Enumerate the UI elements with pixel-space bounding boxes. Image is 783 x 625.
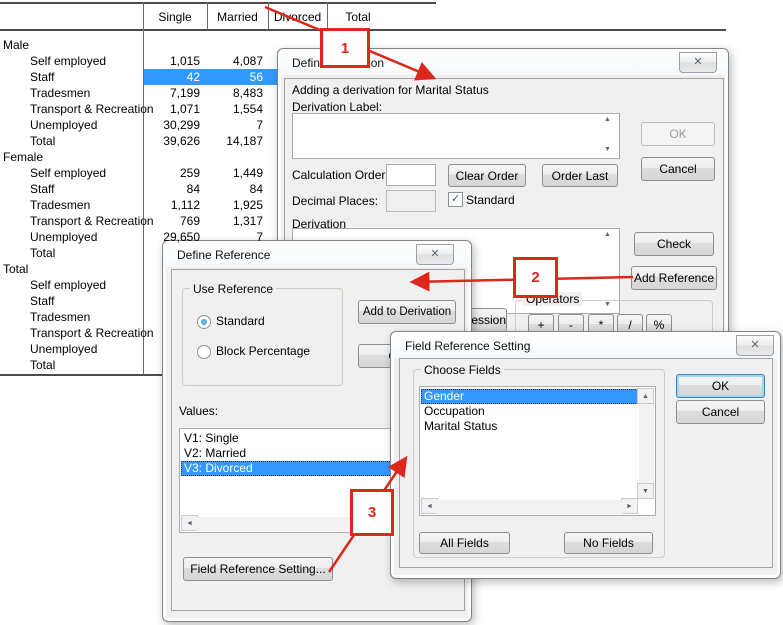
close-icon[interactable]: ✕ <box>679 52 717 73</box>
horizontal-scrollbar[interactable] <box>436 500 623 514</box>
add-to-derivation-button[interactable]: Add to Derivation <box>358 300 456 324</box>
scroll-down-icon[interactable]: ▼ <box>637 483 654 499</box>
table-row[interactable]: Unemployed30,2997 <box>0 117 278 133</box>
scroll-up-icon[interactable]: ▲ <box>637 388 654 404</box>
scroll-up-icon[interactable]: ▲ <box>600 231 615 238</box>
derivation-label-caption: Derivation Label: <box>292 100 382 114</box>
list-item-marital-status[interactable]: Marital Status <box>421 419 638 434</box>
derivation-intro-text: Adding a derivation for Marital Status <box>292 83 489 97</box>
callout-2-badge: 2 <box>513 257 558 298</box>
decimal-places-caption: Decimal Places: <box>292 194 378 208</box>
choose-fields-group-label: Choose Fields <box>421 363 504 377</box>
column-header-married[interactable]: Married <box>207 10 268 26</box>
standard-checkbox[interactable]: ✓ <box>448 192 463 207</box>
derivation-label-input[interactable] <box>292 113 620 159</box>
use-reference-group <box>182 288 343 386</box>
callout-3-badge: 3 <box>350 489 394 536</box>
scroll-up-icon[interactable]: ▲ <box>600 116 615 123</box>
table-row[interactable]: Unemployed29,6507 <box>0 229 278 245</box>
field-reference-setting-dialog: Field Reference Setting ✕ Choose Fields … <box>390 331 781 579</box>
field-reference-setting-title: Field Reference Setting <box>405 339 530 353</box>
standard-checkbox-label: Standard <box>466 193 515 207</box>
standard-radio[interactable] <box>197 315 211 329</box>
close-icon[interactable]: ✕ <box>416 244 454 265</box>
table-row[interactable]: Staff8484 <box>0 181 278 197</box>
table-top-border <box>0 2 436 4</box>
table-row-selected[interactable]: Staff4256 <box>0 69 278 85</box>
calculation-order-caption: Calculation Order: <box>292 168 389 182</box>
table-row[interactable]: Transport & Recreation1,0711,554 <box>0 101 278 117</box>
field-reference-setting-button[interactable]: Field Reference Setting... <box>183 557 333 581</box>
table-row[interactable]: Self employed2591,449 <box>0 165 278 181</box>
block-percentage-radio-label: Block Percentage <box>216 344 310 358</box>
ok-button: OK <box>641 122 715 146</box>
fields-listbox[interactable]: Gender Occupation Marital Status ▲ ▼ ◄ ► <box>419 386 656 516</box>
column-header-divorced[interactable]: Divorced <box>268 10 327 26</box>
block-percentage-radio[interactable] <box>197 345 211 359</box>
cancel-button[interactable]: Cancel <box>641 157 715 181</box>
scroll-down-icon[interactable]: ▼ <box>600 146 615 153</box>
column-header-total[interactable]: Total <box>327 10 389 26</box>
add-reference-button[interactable]: Add Reference <box>631 266 717 290</box>
use-reference-group-label: Use Reference <box>190 282 276 296</box>
ok-button[interactable]: OK <box>676 374 765 398</box>
order-last-button[interactable]: Order Last <box>542 164 618 187</box>
standard-radio-label: Standard <box>216 314 265 328</box>
list-item-gender-selected[interactable]: Gender <box>421 389 638 404</box>
all-fields-button[interactable]: All Fields <box>419 532 510 554</box>
table-row[interactable]: Tradesmen7,1998,483 <box>0 85 278 101</box>
app-screen: Single Married Divorced Total Male Self … <box>0 0 783 625</box>
close-icon[interactable]: ✕ <box>736 335 774 356</box>
check-button[interactable]: Check <box>634 232 714 256</box>
define-reference-title: Define Reference <box>177 248 270 262</box>
callout-1-badge: 1 <box>320 28 370 68</box>
table-row[interactable]: Total39,62614,187 <box>0 133 278 149</box>
clear-order-button[interactable]: Clear Order <box>448 164 526 187</box>
table-row[interactable]: Self employed1,0154,087 <box>0 53 278 69</box>
calculation-order-input[interactable] <box>386 164 436 186</box>
values-caption: Values: <box>179 404 218 418</box>
cancel-button[interactable]: Cancel <box>676 400 765 424</box>
scroll-right-icon[interactable]: ► <box>621 498 638 514</box>
list-item-occupation[interactable]: Occupation <box>421 404 638 419</box>
decimal-places-input <box>386 190 436 212</box>
table-row[interactable]: Tradesmen1,1121,925 <box>0 197 278 213</box>
column-header-single[interactable]: Single <box>143 10 207 26</box>
table-group-row: Male <box>0 37 278 53</box>
no-fields-button[interactable]: No Fields <box>564 532 653 554</box>
table-row[interactable]: Transport & Recreation7691,317 <box>0 213 278 229</box>
table-group-row: Female <box>0 149 278 165</box>
